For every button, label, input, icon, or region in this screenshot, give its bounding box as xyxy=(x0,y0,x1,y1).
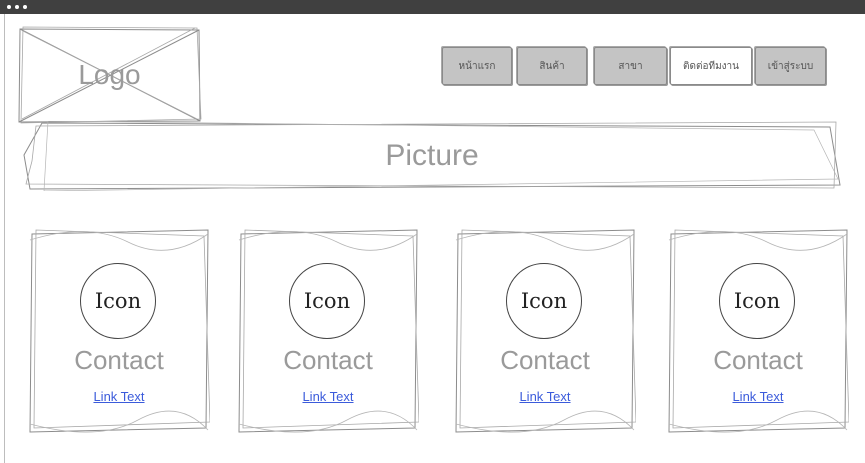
nav-button-home[interactable]: หน้าแรก xyxy=(442,47,512,85)
contact-title: Contact xyxy=(283,345,373,375)
window-dot-icon xyxy=(15,5,19,9)
window-dot-icon xyxy=(7,5,11,9)
contact-link[interactable]: Link Text xyxy=(28,389,210,404)
nav-button-contact-team[interactable]: ติดต่อทีมงาน xyxy=(670,47,752,85)
contact-card: Icon Contact Link Text xyxy=(237,228,419,434)
nav-button-products[interactable]: สินค้า xyxy=(517,47,587,85)
contact-icon: Icon xyxy=(80,263,156,339)
window-frame-edge xyxy=(4,14,5,463)
contact-card: Icon Contact Link Text xyxy=(667,228,849,434)
window-dot-icon xyxy=(23,5,27,9)
window-titlebar xyxy=(0,0,865,14)
contact-link[interactable]: Link Text xyxy=(454,389,636,404)
nav-button-branches[interactable]: สาขา xyxy=(594,47,667,85)
contact-link[interactable]: Link Text xyxy=(667,389,849,404)
hero-picture-placeholder: Picture xyxy=(22,121,842,191)
contact-card: Icon Contact Link Text xyxy=(454,228,636,434)
contact-icon: Icon xyxy=(719,263,795,339)
nav-button-login[interactable]: เข้าสู่ระบบ xyxy=(755,47,826,85)
contact-icon: Icon xyxy=(506,263,582,339)
contact-link[interactable]: Link Text xyxy=(237,389,419,404)
contact-title: Contact xyxy=(500,345,590,375)
logo-label: Logo xyxy=(78,59,141,90)
hero-label: Picture xyxy=(385,139,479,172)
contact-icon: Icon xyxy=(289,263,365,339)
contact-card: Icon Contact Link Text xyxy=(28,228,210,434)
logo-placeholder[interactable]: Logo xyxy=(17,26,202,124)
contact-title: Contact xyxy=(713,345,803,375)
contact-title: Contact xyxy=(74,345,164,375)
